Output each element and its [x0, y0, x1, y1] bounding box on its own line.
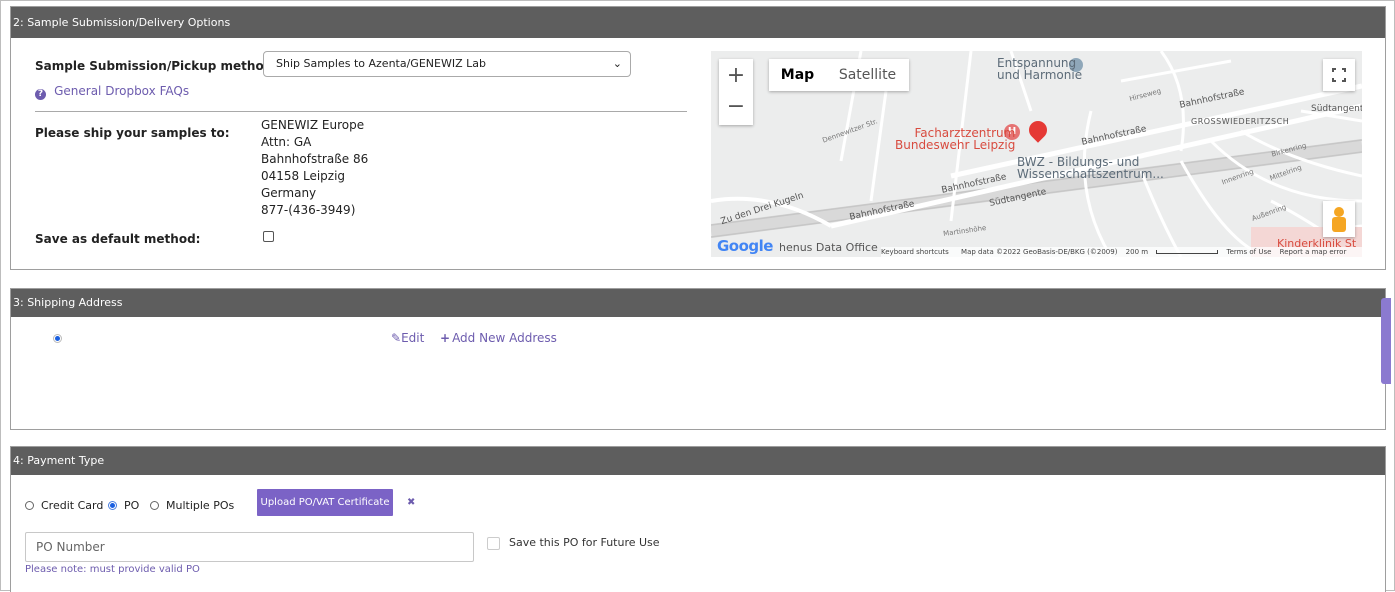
map-footer: Keyboard shortcuts Map data ©2022 GeoBas… — [881, 247, 1362, 257]
side-feedback-tab[interactable] — [1381, 298, 1391, 384]
map-label: Entspannung und Harmonie — [997, 57, 1082, 81]
faq-link[interactable]: ? General Dropbox FAQs — [35, 80, 189, 100]
map-data-attribution: Map data ©2022 GeoBasis-DE/BKG (©2009) — [961, 248, 1118, 256]
tab-map[interactable]: Map — [769, 59, 826, 91]
sample-submission-section: 2: Sample Submission/Delivery Options Sa… — [10, 6, 1386, 270]
map[interactable]: + − Map Satellite H Entspannung und Harm… — [711, 51, 1362, 257]
map-scale[interactable]: 200 m — [1126, 248, 1148, 256]
save-po-label: Save this PO for Future Use — [509, 536, 660, 549]
add-address-label: Add New Address — [452, 331, 557, 345]
faq-link-label: General Dropbox FAQs — [54, 84, 190, 98]
credit-card-label[interactable]: Credit Card — [41, 499, 103, 512]
po-label[interactable]: PO — [124, 499, 139, 512]
ship-address: GENEWIZ Europe Attn: GA Bahnhofstraße 86… — [261, 117, 368, 219]
shipping-address-section: 3: Shipping Address ✎Edit + Add New Addre… — [10, 288, 1386, 430]
multiple-pos-label[interactable]: Multiple POs — [166, 499, 234, 512]
google-logo: Google — [717, 237, 773, 255]
payment-type-section: 4: Payment Type Credit Card PO Multiple … — [10, 446, 1386, 592]
default-method-checkbox[interactable] — [263, 231, 274, 242]
method-select-value: Ship Samples to Azenta/GENEWIZ Lab — [276, 57, 486, 70]
section-header: 2: Sample Submission/Delivery Options — [11, 7, 1385, 38]
po-number-input[interactable]: PO Number — [25, 532, 474, 562]
report-map-error-link[interactable]: Report a map error — [1280, 248, 1347, 256]
edit-address-link[interactable]: ✎Edit — [391, 331, 424, 345]
fullscreen-button[interactable] — [1323, 59, 1355, 91]
zoom-controls: + − — [719, 59, 753, 125]
address-line: GENEWIZ Europe — [261, 118, 365, 132]
section-header: 4: Payment Type — [11, 447, 1385, 475]
google-logo-text: Google — [717, 237, 773, 255]
divider — [35, 111, 687, 112]
address-line: 04158 Leipzig — [261, 169, 346, 183]
map-label-text: Wissenschaftszentrum... — [1017, 167, 1164, 181]
tab-satellite[interactable]: Satellite — [826, 59, 909, 91]
chevron-down-icon: ⌄ — [612, 57, 622, 70]
ship-to-label: Please ship your samples to: — [35, 126, 230, 140]
save-po-checkbox[interactable] — [487, 537, 500, 550]
map-label: GROSSWIEDERITZSCH — [1191, 117, 1290, 126]
address-line: 877-(436-3949) — [261, 203, 356, 217]
map-label-text: und Harmonie — [997, 68, 1083, 82]
map-label-text: Bundeswehr Leipzig — [895, 138, 1016, 152]
remove-icon[interactable]: ✖ — [407, 497, 415, 508]
map-label: Südtangent — [1311, 104, 1362, 114]
map-label: henus Data Office — [779, 241, 878, 254]
map-label: BWZ - Bildungs- und Wissenschaftszentrum… — [1017, 156, 1164, 180]
question-circle-icon: ? — [35, 89, 46, 100]
address-line: Germany — [261, 186, 317, 200]
pegman-button[interactable] — [1323, 201, 1355, 237]
upload-po-button[interactable]: Upload PO/VAT Certificate — [257, 489, 393, 516]
address-line: Bahnhofstraße 86 — [261, 152, 369, 166]
method-label: Sample Submission/Pickup method: — [35, 59, 278, 73]
section-header: 3: Shipping Address — [11, 289, 1385, 317]
address-radio[interactable] — [53, 334, 62, 343]
zoom-out-button[interactable]: − — [719, 92, 753, 125]
address-line: Attn: GA — [261, 135, 312, 149]
map-label: Facharztzentrum Bundeswehr Leipzig — [895, 127, 1015, 151]
credit-card-radio[interactable] — [25, 501, 34, 510]
terms-link[interactable]: Terms of Use — [1227, 248, 1272, 256]
plus-icon: + — [440, 331, 451, 345]
edit-link-label: Edit — [401, 331, 425, 345]
map-type-control: Map Satellite — [769, 59, 909, 91]
po-validation-note: Please note: must provide valid PO — [25, 564, 200, 575]
default-method-label: Save as default method: — [35, 232, 201, 246]
pencil-icon: ✎ — [391, 331, 402, 345]
fullscreen-icon-gap — [1330, 72, 1348, 78]
add-new-address-link[interactable]: + Add New Address — [440, 331, 557, 345]
multiple-pos-radio[interactable] — [150, 501, 159, 510]
po-number-placeholder: PO Number — [36, 540, 105, 554]
scale-bar — [1156, 250, 1219, 254]
pegman-body — [1332, 217, 1346, 232]
pegman-icon — [1334, 207, 1344, 217]
po-radio[interactable] — [108, 501, 117, 510]
zoom-in-button[interactable]: + — [719, 59, 753, 92]
method-select[interactable]: Ship Samples to Azenta/GENEWIZ Lab ⌄ — [263, 51, 631, 77]
keyboard-shortcuts-link[interactable]: Keyboard shortcuts — [881, 248, 949, 256]
